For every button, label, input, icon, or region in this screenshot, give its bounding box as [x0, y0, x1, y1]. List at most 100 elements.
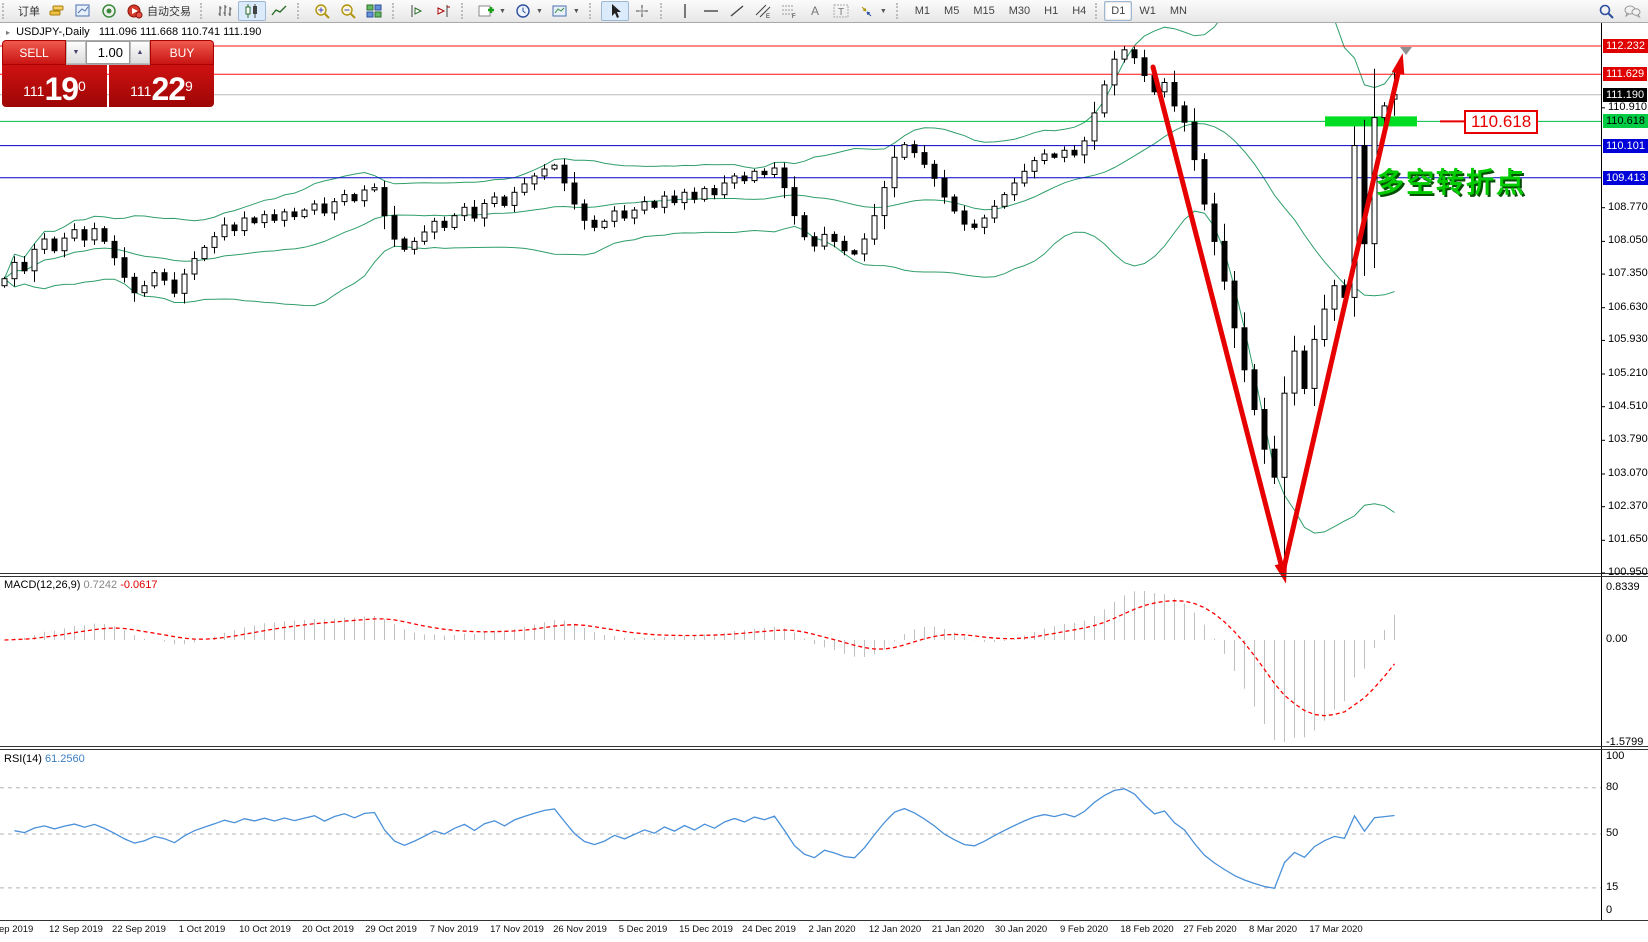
toolbar-separator — [392, 3, 399, 19]
date-axis-label: 12 Sep 2019 — [49, 924, 103, 935]
crosshair-tool-icon[interactable] — [629, 2, 655, 20]
svg-text:A: A — [811, 4, 819, 18]
tab-timeframe-w1[interactable]: W1 — [1132, 1, 1163, 21]
price-axis-tick-label: 108.050 — [1608, 234, 1648, 246]
date-axis-label: 18 Feb 2020 — [1120, 924, 1173, 935]
price-axis-tick-label: 108.770 — [1608, 201, 1648, 213]
rsi-indicator-label: RSI(14) 61.2560 — [4, 753, 85, 765]
price-axis-tick-label: 106.630 — [1608, 301, 1648, 313]
price-level-badge: 109.413 — [1603, 171, 1648, 185]
price-axis-tick-label: 102.370 — [1608, 500, 1648, 512]
new-order-button[interactable]: 订单 — [14, 2, 44, 20]
svg-text:T: T — [838, 7, 844, 18]
toolbar-separator — [297, 3, 304, 19]
volume-increase-button[interactable]: ▲ — [130, 41, 150, 64]
price-level-badge: 111.629 — [1603, 67, 1647, 81]
price-level-badge: 112.232 — [1603, 39, 1648, 53]
rsi-axis-level: 80 — [1606, 781, 1618, 793]
price-level-label-box[interactable]: 110.618 — [1464, 110, 1538, 134]
buy-price-display[interactable]: 111 22 9 — [109, 65, 214, 107]
chat-icon[interactable] — [1619, 2, 1645, 20]
price-level-badge: 110.618 — [1603, 114, 1648, 128]
tab-timeframe-mn[interactable]: MN — [1163, 1, 1194, 21]
volume-decrease-button[interactable]: ▼ — [66, 41, 86, 64]
macd-axis-min: -1.5799 — [1606, 736, 1643, 748]
date-axis-label: 2 Jan 2020 — [808, 924, 855, 935]
candlestick-chart-icon[interactable] — [238, 1, 266, 21]
sell-button[interactable]: SELL — [2, 40, 66, 65]
date-axis-label: 8 Mar 2020 — [1249, 924, 1297, 935]
tab-timeframe-m15[interactable]: M15 — [966, 1, 1001, 21]
date-axis-label: 30 Jan 2020 — [995, 924, 1047, 935]
tab-timeframe-m1[interactable]: M1 — [908, 1, 937, 21]
search-icon[interactable] — [1593, 2, 1619, 20]
indicators-caret: ▼ — [499, 8, 506, 15]
autotrading-label: 自动交易 — [147, 3, 191, 19]
date-axis-label: 5 Dec 2019 — [619, 924, 668, 935]
indicators-icon[interactable]: ▼ — [473, 2, 510, 20]
auto-scroll-icon[interactable] — [404, 2, 430, 20]
turning-point-annotation[interactable]: 多空转折点 — [1376, 161, 1526, 201]
tab-timeframe-m30[interactable]: M30 — [1002, 1, 1037, 21]
vertical-line-tool-icon[interactable] — [672, 2, 698, 20]
rsi-axis-level: 0 — [1606, 904, 1612, 916]
macd-axis-max: 0.8339 — [1606, 581, 1640, 593]
tab-timeframe-m5[interactable]: M5 — [937, 1, 966, 21]
arrows-caret: ▼ — [880, 8, 887, 15]
toolbar: 订单 自动交易 — [0, 0, 1648, 23]
mt4-window: 订单 自动交易 — [0, 0, 1648, 942]
date-axis-label: 20 Oct 2019 — [302, 924, 354, 935]
one-click-trading-panel: SELL ▼ 1.00 ▲ BUY 111 19 0 111 22 9 — [2, 40, 214, 107]
sell-price-display[interactable]: 111 19 0 — [2, 65, 107, 107]
profiles-icon[interactable] — [70, 2, 96, 20]
symbol-marker-icon: ▸ — [6, 28, 10, 37]
gold-symbols-icon[interactable] — [44, 2, 70, 20]
price-axis-tick-label: 105.930 — [1608, 333, 1648, 345]
timeframe-group: M1 M5 M15 M30 H1 H4 D1 W1 MN — [905, 0, 1197, 22]
symbol-ohlc-values: 111.096 111.668 110.741 111.190 — [99, 26, 262, 38]
cursor-tool-icon[interactable] — [601, 1, 629, 21]
volume-input[interactable]: 1.00 — [86, 41, 130, 64]
symbol-name: USDJPY-,Daily — [16, 26, 90, 38]
periods-caret: ▼ — [536, 8, 543, 15]
tile-windows-icon[interactable] — [361, 2, 387, 20]
templates-icon[interactable]: ▼ — [547, 2, 584, 20]
text-tool-icon[interactable]: A — [802, 2, 828, 20]
price-axis-tick-label: 103.790 — [1608, 433, 1648, 445]
arrows-tool-icon[interactable]: ▼ — [854, 2, 891, 20]
toolbar-drag-handle[interactable] — [2, 3, 9, 19]
date-axis-label: 12 Jan 2020 — [869, 924, 921, 935]
date-axis-label: 17 Nov 2019 — [490, 924, 544, 935]
fibonacci-tool-icon[interactable]: F — [776, 2, 802, 20]
sell-price-sup: 0 — [78, 68, 86, 104]
price-axis-tick-label: 101.650 — [1608, 533, 1648, 545]
rsi-axis-level: 50 — [1606, 827, 1618, 839]
tab-timeframe-h1[interactable]: H1 — [1037, 1, 1065, 21]
periods-icon[interactable]: ▼ — [510, 2, 547, 20]
channel-tool-icon[interactable]: E — [750, 2, 776, 20]
date-axis-label: 24 Dec 2019 — [742, 924, 796, 935]
chart-shift-icon[interactable] — [430, 2, 456, 20]
line-chart-icon[interactable] — [266, 2, 292, 20]
date-axis-label: 22 Sep 2019 — [112, 924, 166, 935]
price-axis-tick-label: 110.910 — [1608, 101, 1647, 113]
macd-indicator-label: MACD(12,26,9) 0.7242 -0.0617 — [4, 579, 158, 591]
zoom-out-icon[interactable] — [335, 2, 361, 20]
text-label-tool-icon[interactable]: T — [828, 2, 854, 20]
svg-text:E: E — [766, 14, 770, 19]
toolbar-separator — [200, 3, 207, 19]
templates-caret: ▼ — [573, 8, 580, 15]
bar-chart-icon[interactable] — [212, 2, 238, 20]
horizontal-line-tool-icon[interactable] — [698, 2, 724, 20]
tab-timeframe-d1[interactable]: D1 — [1104, 1, 1132, 21]
buy-button[interactable]: BUY — [150, 40, 214, 65]
date-axis-label: 10 Oct 2019 — [239, 924, 291, 935]
autotrading-button[interactable]: 自动交易 — [122, 2, 195, 20]
trendline-tool-icon[interactable] — [724, 2, 750, 20]
tab-timeframe-h4[interactable]: H4 — [1065, 1, 1093, 21]
date-axis-label: 26 Nov 2019 — [553, 924, 607, 935]
new-order-label: 订单 — [18, 3, 40, 19]
zoom-in-icon[interactable] — [309, 2, 335, 20]
market-watch-icon[interactable] — [96, 2, 122, 20]
price-level-badge: 110.101 — [1603, 139, 1648, 153]
